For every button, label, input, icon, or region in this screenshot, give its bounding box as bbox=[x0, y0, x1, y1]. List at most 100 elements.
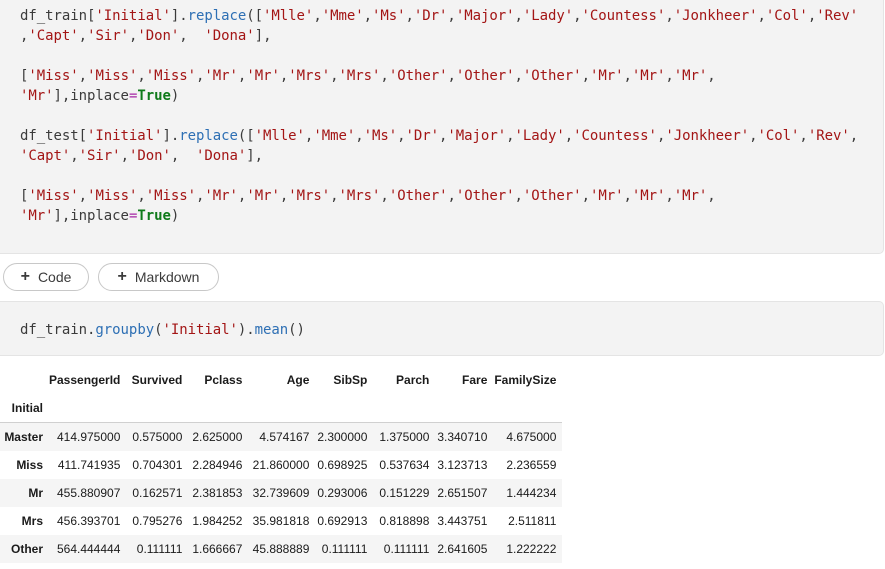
code-token: 'Ms' bbox=[363, 128, 398, 144]
code-token: , bbox=[405, 8, 414, 24]
column-header: SibSp bbox=[333, 373, 368, 387]
code-cell-replace-initials[interactable]: df_train['Initial'].replace(['Mlle','Mme… bbox=[0, 0, 884, 254]
code-token: 'Mrs' bbox=[338, 188, 381, 204]
code-line: 'Capt','Sir','Don', 'Dona'], bbox=[20, 148, 263, 164]
table-cell: 0.162571 bbox=[132, 486, 183, 500]
table-row: Mrs 456.393701 0.795276 1.984252 35.9818… bbox=[0, 507, 562, 535]
code-token: df_train[ bbox=[20, 8, 96, 24]
code-token: , bbox=[355, 128, 364, 144]
code-token: , bbox=[447, 8, 456, 24]
table-cell: 411.741935 bbox=[57, 458, 121, 472]
code-token: 'Initial' bbox=[87, 128, 163, 144]
table-cell: 0.111111 bbox=[136, 542, 183, 556]
code-token: 'Mlle' bbox=[263, 8, 314, 24]
code-token: 'Miss' bbox=[145, 188, 197, 204]
code-line: ,'Capt','Sir','Don', 'Dona'], bbox=[20, 28, 272, 44]
add-code-cell-button[interactable]: + Code bbox=[3, 263, 89, 291]
code-line: 'Mr'],inplace=True) bbox=[20, 88, 179, 104]
code-token: ([ bbox=[246, 8, 264, 24]
code-token: 'Mrs' bbox=[338, 68, 381, 84]
code-token: , bbox=[514, 188, 523, 204]
row-index: Other bbox=[10, 542, 43, 556]
code-token: 'Other' bbox=[522, 68, 582, 84]
row-index: Master bbox=[4, 430, 43, 444]
table-cell: 1.444234 bbox=[506, 486, 557, 500]
table-cell: 4.675000 bbox=[506, 430, 557, 444]
table-cell: 0.818898 bbox=[379, 514, 430, 528]
add-markdown-cell-button[interactable]: + Markdown bbox=[98, 263, 219, 291]
code-token: 'Sir' bbox=[78, 148, 121, 164]
code-token: , bbox=[380, 68, 389, 84]
table-cell: 0.111111 bbox=[383, 542, 430, 556]
column-header: Survived bbox=[131, 373, 183, 387]
code-token: ) bbox=[170, 208, 180, 224]
table-cell: 0.537634 bbox=[379, 458, 430, 472]
table-cell: 2.641605 bbox=[437, 542, 488, 556]
code-token: , bbox=[137, 68, 146, 84]
add-markdown-label: Markdown bbox=[134, 269, 200, 285]
code-editor[interactable]: df_train['Initial'].replace(['Mlle','Mme… bbox=[20, 6, 858, 226]
code-token: , bbox=[623, 188, 632, 204]
code-token: 'Other' bbox=[522, 188, 582, 204]
table-cell: 45.888889 bbox=[252, 542, 310, 556]
code-token: df_test[ bbox=[20, 128, 88, 144]
code-token: 'Lady' bbox=[514, 128, 565, 144]
code-token: , bbox=[70, 148, 79, 164]
code-token: groupby bbox=[95, 322, 155, 338]
code-token: replace bbox=[187, 8, 247, 24]
code-token: , bbox=[757, 8, 766, 24]
table-cell: 456.393701 bbox=[56, 514, 121, 528]
code-token: , bbox=[313, 8, 322, 24]
index-name: Initial bbox=[0, 394, 43, 423]
row-index: Mrs bbox=[21, 514, 43, 528]
code-token: 'Countess' bbox=[581, 8, 666, 24]
table-cell: 4.574167 bbox=[259, 430, 310, 444]
table-cell: 0.698925 bbox=[317, 458, 368, 472]
code-token: , bbox=[665, 68, 674, 84]
table-cell: 0.151229 bbox=[379, 486, 430, 500]
code-token: 'Mlle' bbox=[254, 128, 305, 144]
code-token: ) bbox=[170, 88, 180, 104]
code-cell-groupby-mean[interactable]: df_train.groupby('Initial').mean() bbox=[0, 301, 884, 356]
table-cell: 414.975000 bbox=[56, 430, 121, 444]
add-code-label: Code bbox=[37, 269, 72, 285]
column-header: Pclass bbox=[204, 373, 243, 387]
table-cell: 0.111111 bbox=[321, 542, 368, 556]
code-token: , bbox=[623, 68, 632, 84]
code-token: ], bbox=[246, 148, 264, 164]
code-token: 'Initial' bbox=[162, 322, 238, 338]
column-header: Age bbox=[286, 373, 310, 387]
code-token: 'Mr' bbox=[20, 88, 54, 104]
code-token: , bbox=[78, 68, 88, 84]
table-cell: 455.880907 bbox=[56, 486, 121, 500]
code-token: , bbox=[279, 68, 289, 84]
code-token: 'Mr' bbox=[246, 68, 280, 84]
table-cell: 3.443751 bbox=[437, 514, 488, 528]
table-cell: 1.666667 bbox=[192, 542, 243, 556]
code-token: , bbox=[581, 188, 590, 204]
code-token: 'Mr' bbox=[246, 188, 280, 204]
code-token: ],inplace bbox=[53, 208, 129, 224]
table-cell: 35.981818 bbox=[252, 514, 310, 528]
code-token: , bbox=[573, 8, 582, 24]
code-token: 'Other' bbox=[455, 188, 515, 204]
code-token: , bbox=[707, 188, 716, 204]
column-header: Fare bbox=[462, 373, 488, 387]
table-cell: 2.236559 bbox=[506, 458, 557, 472]
code-token: ([ bbox=[237, 128, 255, 144]
code-token: 'Lady' bbox=[522, 8, 574, 24]
code-token: 'Other' bbox=[388, 188, 448, 204]
code-token: 'Ms' bbox=[372, 8, 406, 24]
code-token: 'Dona' bbox=[196, 148, 247, 164]
code-token: , bbox=[447, 188, 456, 204]
code-token: 'Miss' bbox=[145, 68, 197, 84]
code-token: ). bbox=[237, 322, 255, 338]
plus-icon: + bbox=[20, 268, 30, 285]
row-index: Miss bbox=[16, 458, 43, 472]
code-token: , bbox=[749, 128, 758, 144]
code-line: df_train['Initial'].replace(['Mlle','Mme… bbox=[20, 8, 858, 24]
code-token: , bbox=[581, 68, 590, 84]
code-token: ],inplace bbox=[53, 88, 129, 104]
table-cell: 2.300000 bbox=[317, 430, 368, 444]
code-editor[interactable]: df_train.groupby('Initial').mean() bbox=[20, 320, 305, 340]
